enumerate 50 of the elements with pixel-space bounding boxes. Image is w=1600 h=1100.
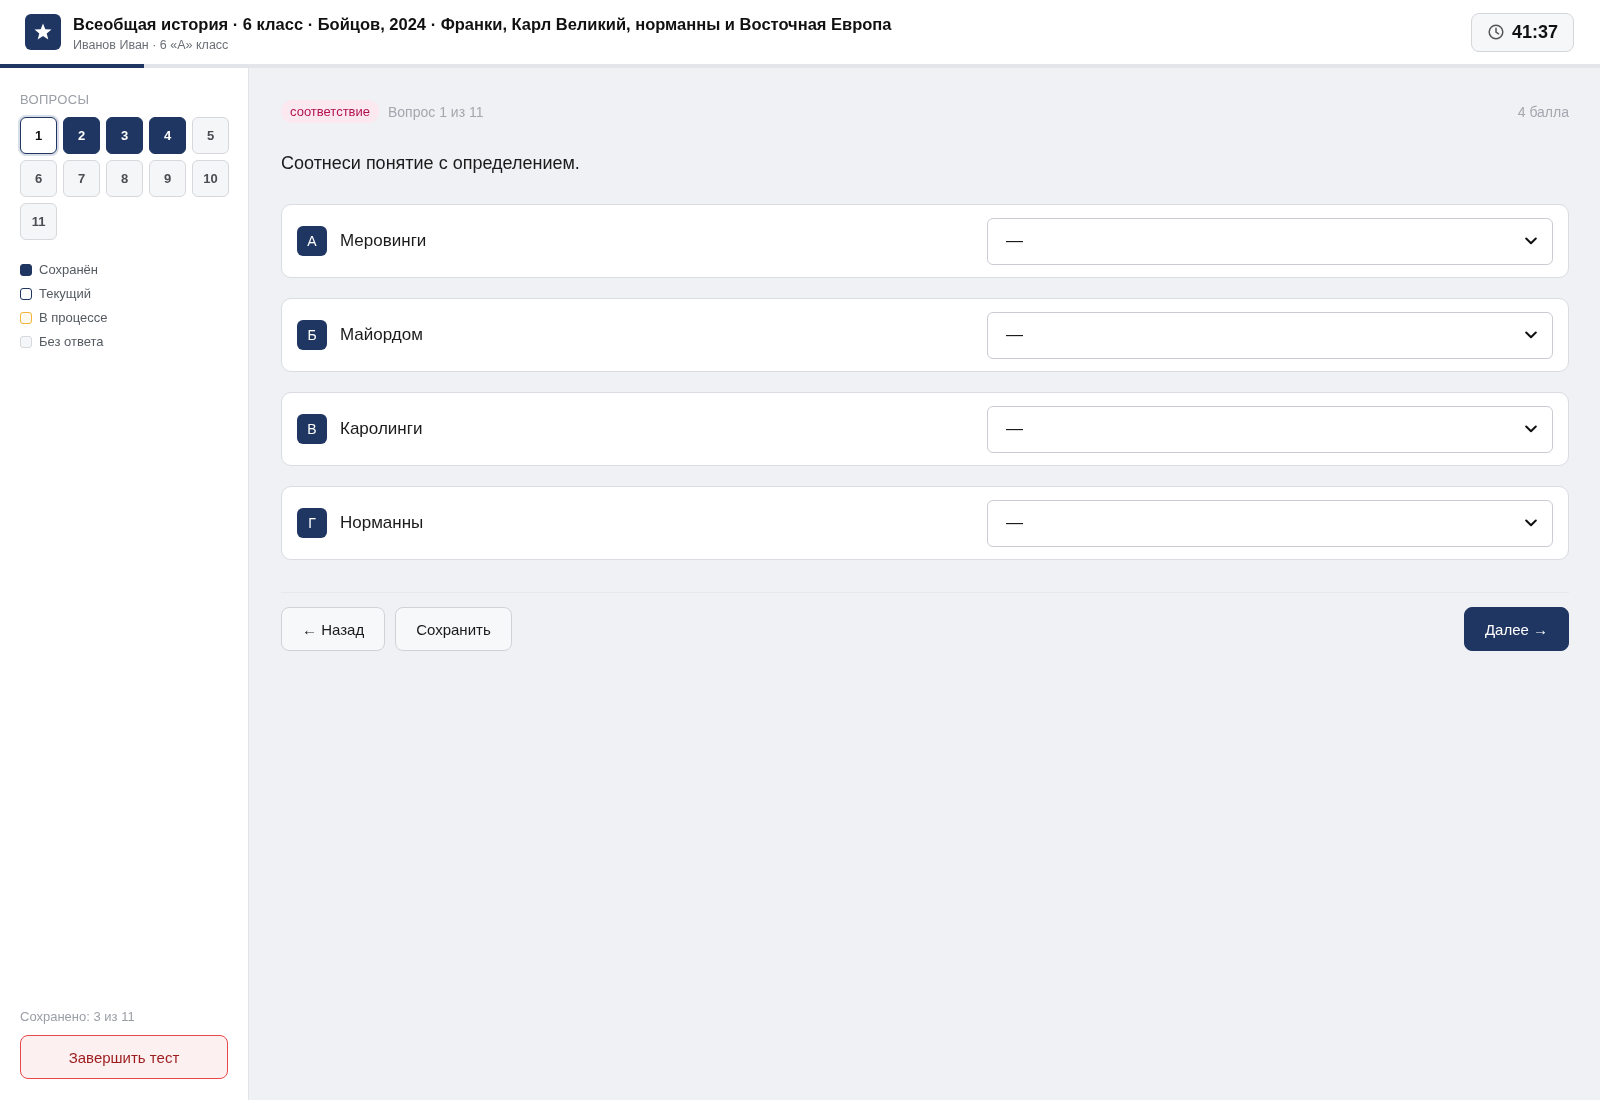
question-number-button[interactable]: 11 [20, 203, 57, 240]
term-label: Норманны [340, 513, 425, 533]
answer-select[interactable]: — [987, 405, 1553, 453]
term-label: Меровинги [340, 231, 428, 251]
option-letter: Б [297, 320, 327, 350]
save-button[interactable]: Сохранить [395, 607, 512, 651]
question-number-button[interactable]: 4 [149, 117, 186, 154]
legend-swatch-icon [20, 311, 32, 324]
question-number-button[interactable]: 3 [106, 117, 143, 154]
term-label: Каролинги [340, 419, 424, 439]
answer-select[interactable]: — [987, 499, 1553, 547]
finish-test-button[interactable]: Завершить тест [20, 1035, 228, 1079]
question-counter: Вопрос 1 из 11 [388, 103, 484, 120]
chevron-down-icon [1525, 425, 1537, 433]
question-type-tag: соответствие [281, 100, 379, 123]
question-prompt: Соотнеси понятие с определением. [281, 153, 581, 174]
question-number-button[interactable]: 5 [192, 117, 229, 154]
test-title: Всеобщая история · 6 класс · Бойцов, 2024 · Франки, Карл Великий, норманны и Восточная Европа [73, 14, 893, 34]
legend-label: Текущий [39, 286, 91, 301]
question-number-button[interactable]: 7 [63, 160, 100, 197]
legend-swatch-icon [20, 263, 32, 276]
option-letter: Г [297, 508, 327, 538]
question-number-button[interactable]: 8 [106, 160, 143, 197]
questions-heading: ВОПРОСЫ [20, 92, 91, 107]
saved-count: Сохранено: 3 из 11 [20, 1009, 136, 1024]
question-number-button[interactable]: 2 [63, 117, 100, 154]
question-number-button[interactable]: 10 [192, 160, 229, 197]
star-logo-icon [25, 14, 61, 50]
question-number-button[interactable]: 6 [20, 160, 57, 197]
chevron-down-icon [1525, 331, 1537, 339]
legend-label: Сохранён [39, 262, 99, 277]
student-info: Иванов Иван · 6 «А» класс [73, 37, 230, 52]
legend-swatch-icon [20, 287, 32, 300]
question-number-button[interactable]: 1 [20, 117, 57, 154]
option-letter: В [297, 414, 327, 444]
chevron-down-icon [1525, 237, 1537, 245]
legend-label: Без ответа [39, 334, 104, 349]
option-letter: А [297, 226, 327, 256]
legend-swatch-icon [20, 335, 32, 348]
term-label: Майордом [340, 325, 424, 345]
next-button[interactable]: Далее → [1463, 607, 1569, 651]
clock-icon [1487, 24, 1504, 40]
question-number-button[interactable]: 9 [149, 160, 186, 197]
answer-select[interactable]: — [987, 311, 1553, 359]
answer-select[interactable]: — [987, 217, 1553, 265]
back-button[interactable]: ← Назад [281, 607, 386, 651]
legend-label: В процессе [39, 310, 108, 325]
chevron-down-icon [1525, 519, 1537, 527]
timer-value: 41:37 [1511, 21, 1558, 43]
question-points: 4 балла [1517, 103, 1569, 120]
